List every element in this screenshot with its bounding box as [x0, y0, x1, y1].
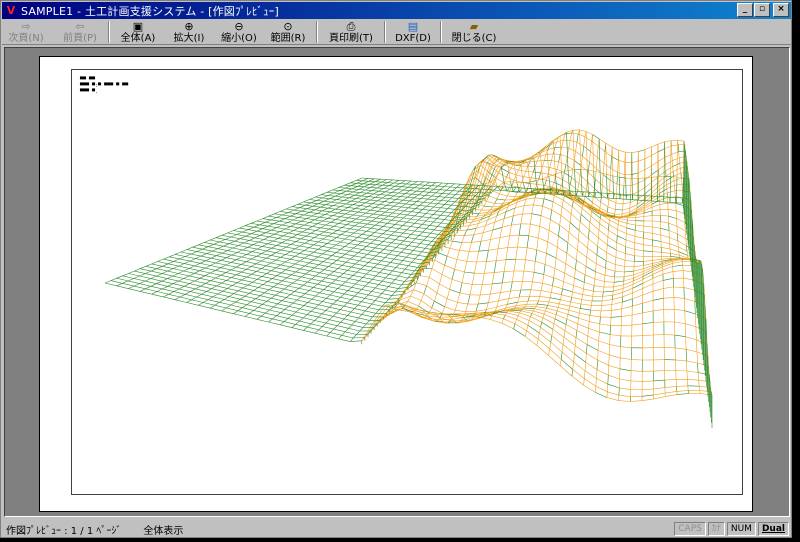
toolbar: ⇨ 次頁(N) ⇦ 前頁(P) ▣ 全体(A) ⊕ 拡大(I) ⊖ 縮小(O) … — [2, 19, 791, 45]
zoom-in-button[interactable]: ⊕ 拡大(I) — [170, 20, 208, 44]
caps-indicator: CAPS — [674, 522, 706, 536]
minimize-button[interactable]: _ — [737, 3, 753, 17]
prev-page-button[interactable]: ⇦ 前頁(P) — [60, 20, 100, 44]
dual-indicator: Dual — [757, 522, 789, 536]
toolbar-separator — [384, 20, 386, 43]
dxf-icon: ▤ — [407, 19, 419, 33]
range-button[interactable]: ⊙ 範囲(R) — [268, 20, 308, 44]
kana-indicator: ｶﾅ — [707, 522, 725, 536]
fit-page-icon: ▣ — [132, 19, 144, 33]
toolbar-separator — [108, 20, 110, 43]
window-shadow — [4, 538, 800, 542]
drawing-frame: ▀▀ ▀▀ ▀▀▀ ▀:▀ ▀▀▀ ▀ ▀▀ ▀▀▀ ▀. — [71, 69, 743, 495]
next-page-button[interactable]: ⇨ 次頁(N) — [6, 20, 46, 44]
view-mode-status: 全体表示 — [143, 525, 184, 537]
magnifier-range-icon: ⊙ — [283, 19, 293, 33]
preview-area[interactable]: ▀▀ ▀▀ ▀▀▀ ▀:▀ ▀▀▀ ▀ ▀▀ ▀▀▀ ▀. — [4, 47, 790, 517]
status-bar: 作図ﾌﾟﾚﾋﾞｭｰ : 1 / 1 ﾍﾟｰｼﾞ 全体表示 CAPS ｶﾅ NUM… — [2, 520, 791, 538]
window-controls: _ ▫ × — [736, 3, 789, 17]
zoom-out-button[interactable]: ⊖ 縮小(O) — [220, 20, 258, 44]
dxf-export-button[interactable]: ▤ DXF(D) — [394, 20, 432, 44]
zoom-in-icon: ⊕ — [184, 19, 194, 33]
prev-page-icon: ⇦ — [75, 19, 85, 33]
close-button[interactable]: × — [773, 3, 789, 17]
close-preview-button[interactable]: ▰ 閉じる(C) — [450, 20, 498, 44]
window-shadow — [792, 4, 800, 542]
terrain-mesh-drawing — [104, 129, 713, 428]
toolbar-separator — [440, 20, 442, 43]
page-status: 作図ﾌﾟﾚﾋﾞｭｰ : 1 / 1 ﾍﾟｰｼﾞ — [6, 525, 122, 537]
printer-icon: ⎙ — [346, 19, 356, 33]
app-icon[interactable]: V — [5, 4, 17, 17]
next-page-icon: ⇨ — [21, 19, 31, 33]
preview-page: ▀▀ ▀▀ ▀▀▀ ▀:▀ ▀▀▀ ▀ ▀▀ ▀▀▀ ▀. — [39, 56, 753, 512]
toolbar-separator — [316, 20, 318, 43]
print-page-button[interactable]: ⎙ 頁印刷(T) — [326, 20, 376, 44]
door-exit-icon: ▰ — [469, 19, 479, 33]
title-bar[interactable]: V SAMPLE1 - 土工計画支援システム - [作図ﾌﾟﾚﾋﾞｭｰ] _ ▫… — [2, 2, 791, 19]
window-title: SAMPLE1 - 土工計画支援システム - [作図ﾌﾟﾚﾋﾞｭｰ] — [21, 4, 279, 18]
fit-all-button[interactable]: ▣ 全体(A) — [118, 20, 158, 44]
zoom-out-icon: ⊖ — [234, 19, 244, 33]
restore-button[interactable]: ▫ — [754, 3, 770, 17]
app-window: V SAMPLE1 - 土工計画支援システム - [作図ﾌﾟﾚﾋﾞｭｰ] _ ▫… — [0, 0, 792, 538]
key-indicators: CAPS ｶﾅ NUM Dual — [672, 522, 789, 536]
num-indicator: NUM — [726, 522, 756, 536]
